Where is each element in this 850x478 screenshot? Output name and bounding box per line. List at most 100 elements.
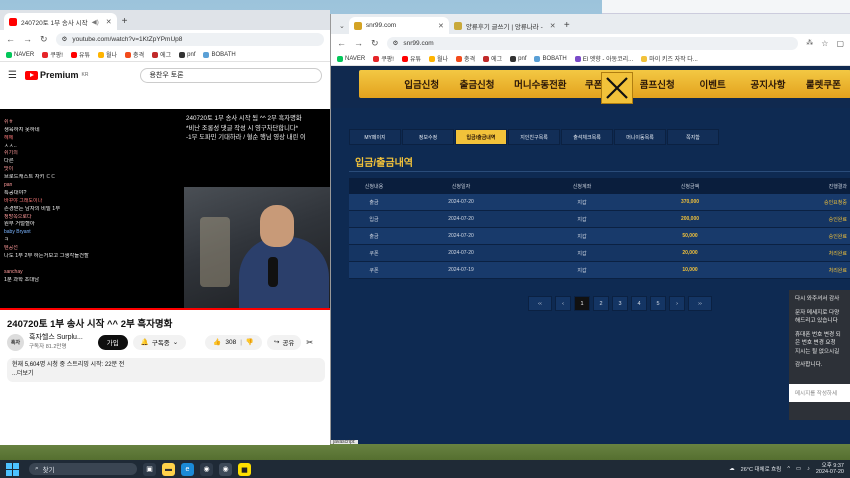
start-button[interactable]	[5, 462, 19, 476]
chat-message: 헤헤	[4, 134, 14, 141]
bookmark-item[interactable]: 유튜	[70, 50, 90, 59]
menu-roulette[interactable]: 룰렛쿠폰	[796, 77, 850, 91]
tab-transactions[interactable]: 입금/출금내역	[455, 129, 507, 145]
page-button[interactable]: 1	[574, 296, 590, 311]
bookmark-item[interactable]: pnf	[510, 55, 526, 62]
bookmark-item[interactable]: 쿠팡!	[42, 50, 63, 59]
star-icon[interactable]: ☆	[821, 39, 828, 48]
clock[interactable]: 오후 9:37 2024-07-20	[816, 463, 844, 476]
bookmark-item[interactable]: NAVER	[6, 51, 34, 58]
forward-icon[interactable]: →	[23, 34, 32, 44]
audio-icon[interactable]: ◀)	[92, 18, 99, 26]
page-button[interactable]: 3	[612, 296, 628, 311]
bookmark-item[interactable]: 쿠팡!	[373, 54, 394, 63]
more-link[interactable]: ...더보기	[12, 370, 320, 379]
taskbar-search[interactable]: ⌕ 찾기	[29, 463, 137, 475]
chrome-icon[interactable]: ◉	[200, 462, 213, 476]
forward-icon[interactable]: →	[354, 38, 363, 48]
bookmark-item[interactable]: pnf	[179, 51, 195, 58]
menu-withdraw[interactable]: 출금신청	[449, 77, 504, 91]
menu-comp[interactable]: 콤프신청	[630, 77, 685, 91]
volume-icon[interactable]: ♪	[807, 466, 810, 472]
subscribed-button[interactable]: 🔔 구독중 ⌄	[132, 334, 187, 350]
video-description[interactable]: 현재 5,604명 시청 중 스트리밍 시작: 22분 전 ...더보기	[7, 358, 325, 382]
channel-avatar[interactable]: 흑자	[7, 333, 24, 351]
bookmark-item[interactable]: BOBATH	[534, 55, 567, 62]
thumbs-down-icon[interactable]: 👎	[246, 338, 254, 346]
page-button[interactable]: 5	[650, 296, 666, 311]
site-info-icon[interactable]: ⚙	[62, 35, 68, 43]
youtube-logo[interactable]: Premium KR	[24, 70, 88, 80]
close-tab-icon[interactable]: ✕	[438, 22, 444, 30]
tab-review[interactable]: 양류후기 글쓰기 | 앙류나라 - ✕	[449, 17, 559, 34]
network-icon[interactable]: ▭	[796, 466, 801, 472]
mypage-sub-tabs: MY페이지 정보수정 입금/출금내역 지인친구목록 출석체크목록 머니이동목록 …	[349, 129, 850, 145]
address-bar[interactable]: ⚙ youtube.com/watch?v=1KtZpYPmUp8	[55, 32, 324, 46]
share-button[interactable]: ↪ 공유	[267, 334, 302, 350]
tab-attendance[interactable]: 출석체크목록	[561, 129, 613, 145]
menu-money-convert[interactable]: 머니수동전환	[505, 77, 576, 91]
extensions-icon[interactable]: ▢	[836, 39, 844, 48]
menu-deposit[interactable]: 입금신청	[394, 77, 449, 91]
tab-mypage[interactable]: MY페이지	[349, 129, 401, 145]
menu-event[interactable]: 이벤트	[685, 77, 740, 91]
bookmark-item[interactable]: BOBATH	[203, 51, 236, 58]
back-icon[interactable]: ←	[6, 34, 15, 44]
bookmark-icon	[534, 55, 541, 62]
bookmark-item[interactable]: 유튜	[401, 54, 421, 63]
weather-text[interactable]: 26°C 대체로 흐림	[741, 465, 782, 473]
channel-name[interactable]: 흑자헬스 Surplu...	[29, 334, 83, 342]
close-tab-icon[interactable]: ✕	[550, 22, 556, 30]
first-page-button[interactable]: ‹‹	[528, 296, 552, 311]
chat-message: 바꾸야 그래도이나	[4, 197, 43, 204]
microphone-icon	[268, 257, 278, 287]
chrome-active-icon[interactable]: ◉	[219, 462, 232, 476]
bookmark-item[interactable]: 마이 키즈 자작 다...	[641, 54, 698, 63]
tab-list-icon[interactable]: ⌄	[335, 22, 349, 34]
back-icon[interactable]: ←	[337, 38, 346, 48]
tab-messages[interactable]: 쪽지함	[667, 129, 719, 145]
menu-notice[interactable]: 공지사항	[740, 77, 795, 91]
tab-friends[interactable]: 지인친구목록	[508, 129, 560, 145]
new-tab-icon[interactable]: +	[559, 20, 575, 34]
tab-edit-info[interactable]: 정보수정	[402, 129, 454, 145]
translate-icon[interactable]: ⁂	[806, 39, 813, 47]
edge-icon[interactable]: e	[181, 462, 194, 476]
chat-message-input[interactable]: 메시지를 작성하세	[789, 384, 850, 402]
like-button[interactable]: 👍 308 | 👎	[205, 334, 262, 350]
background-window[interactable]	[602, 0, 850, 14]
join-button[interactable]: 가입	[97, 334, 128, 350]
tab-youtube[interactable]: 240720토 1부 송사 시작 ◀) ✕	[4, 13, 117, 30]
new-tab-icon[interactable]: +	[117, 16, 133, 30]
tab-money-transfer[interactable]: 머니이동목록	[614, 129, 666, 145]
bookmark-item[interactable]: 월나	[429, 54, 448, 63]
bookmark-item[interactable]: 충격	[125, 50, 144, 59]
close-overlay-button[interactable]	[601, 72, 633, 104]
kakaotalk-icon[interactable]: ▅	[238, 462, 251, 476]
bookmark-item[interactable]: NAVER	[337, 55, 365, 62]
bookmark-item[interactable]: 에그	[152, 50, 171, 59]
bookmark-item[interactable]: 에그	[483, 54, 502, 63]
tray-overflow-icon[interactable]: ^	[787, 466, 790, 472]
clip-icon[interactable]: ✂	[306, 338, 313, 347]
video-progress-bar[interactable]	[0, 308, 330, 310]
menu-icon[interactable]: ☰	[8, 70, 17, 81]
bookmark-item[interactable]: 월나	[98, 50, 117, 59]
tab-site[interactable]: snr99.com ✕	[348, 17, 449, 34]
address-bar[interactable]: ⚙ snr99.com	[386, 36, 799, 50]
last-page-button[interactable]: ››	[688, 296, 712, 311]
close-tab-icon[interactable]: ✕	[106, 18, 112, 26]
task-view-icon[interactable]: ▣	[143, 462, 156, 476]
page-button[interactable]: 2	[593, 296, 609, 311]
page-button[interactable]: 4	[631, 296, 647, 311]
reload-icon[interactable]: ↻	[371, 38, 379, 49]
reload-icon[interactable]: ↻	[40, 34, 48, 45]
file-explorer-icon[interactable]: ▬	[162, 462, 175, 476]
search-input[interactable]: 용찬우 토론	[140, 67, 322, 83]
next-page-button[interactable]: ›	[669, 296, 685, 311]
video-player[interactable]: 쉬ㅎ 생육하지 못하네 헤헤 ㅅㅅ.. 쉬기의 다른 맛이 브로드캐스트 자키 ㄷㄷ pan 특공…	[0, 109, 330, 310]
bookmark-item[interactable]: El 엣향 - 아동코리...	[574, 54, 633, 63]
prev-page-button[interactable]: ‹	[555, 296, 571, 311]
bookmark-item[interactable]: 충격	[456, 54, 475, 63]
site-info-icon[interactable]: ⚙	[393, 39, 399, 47]
